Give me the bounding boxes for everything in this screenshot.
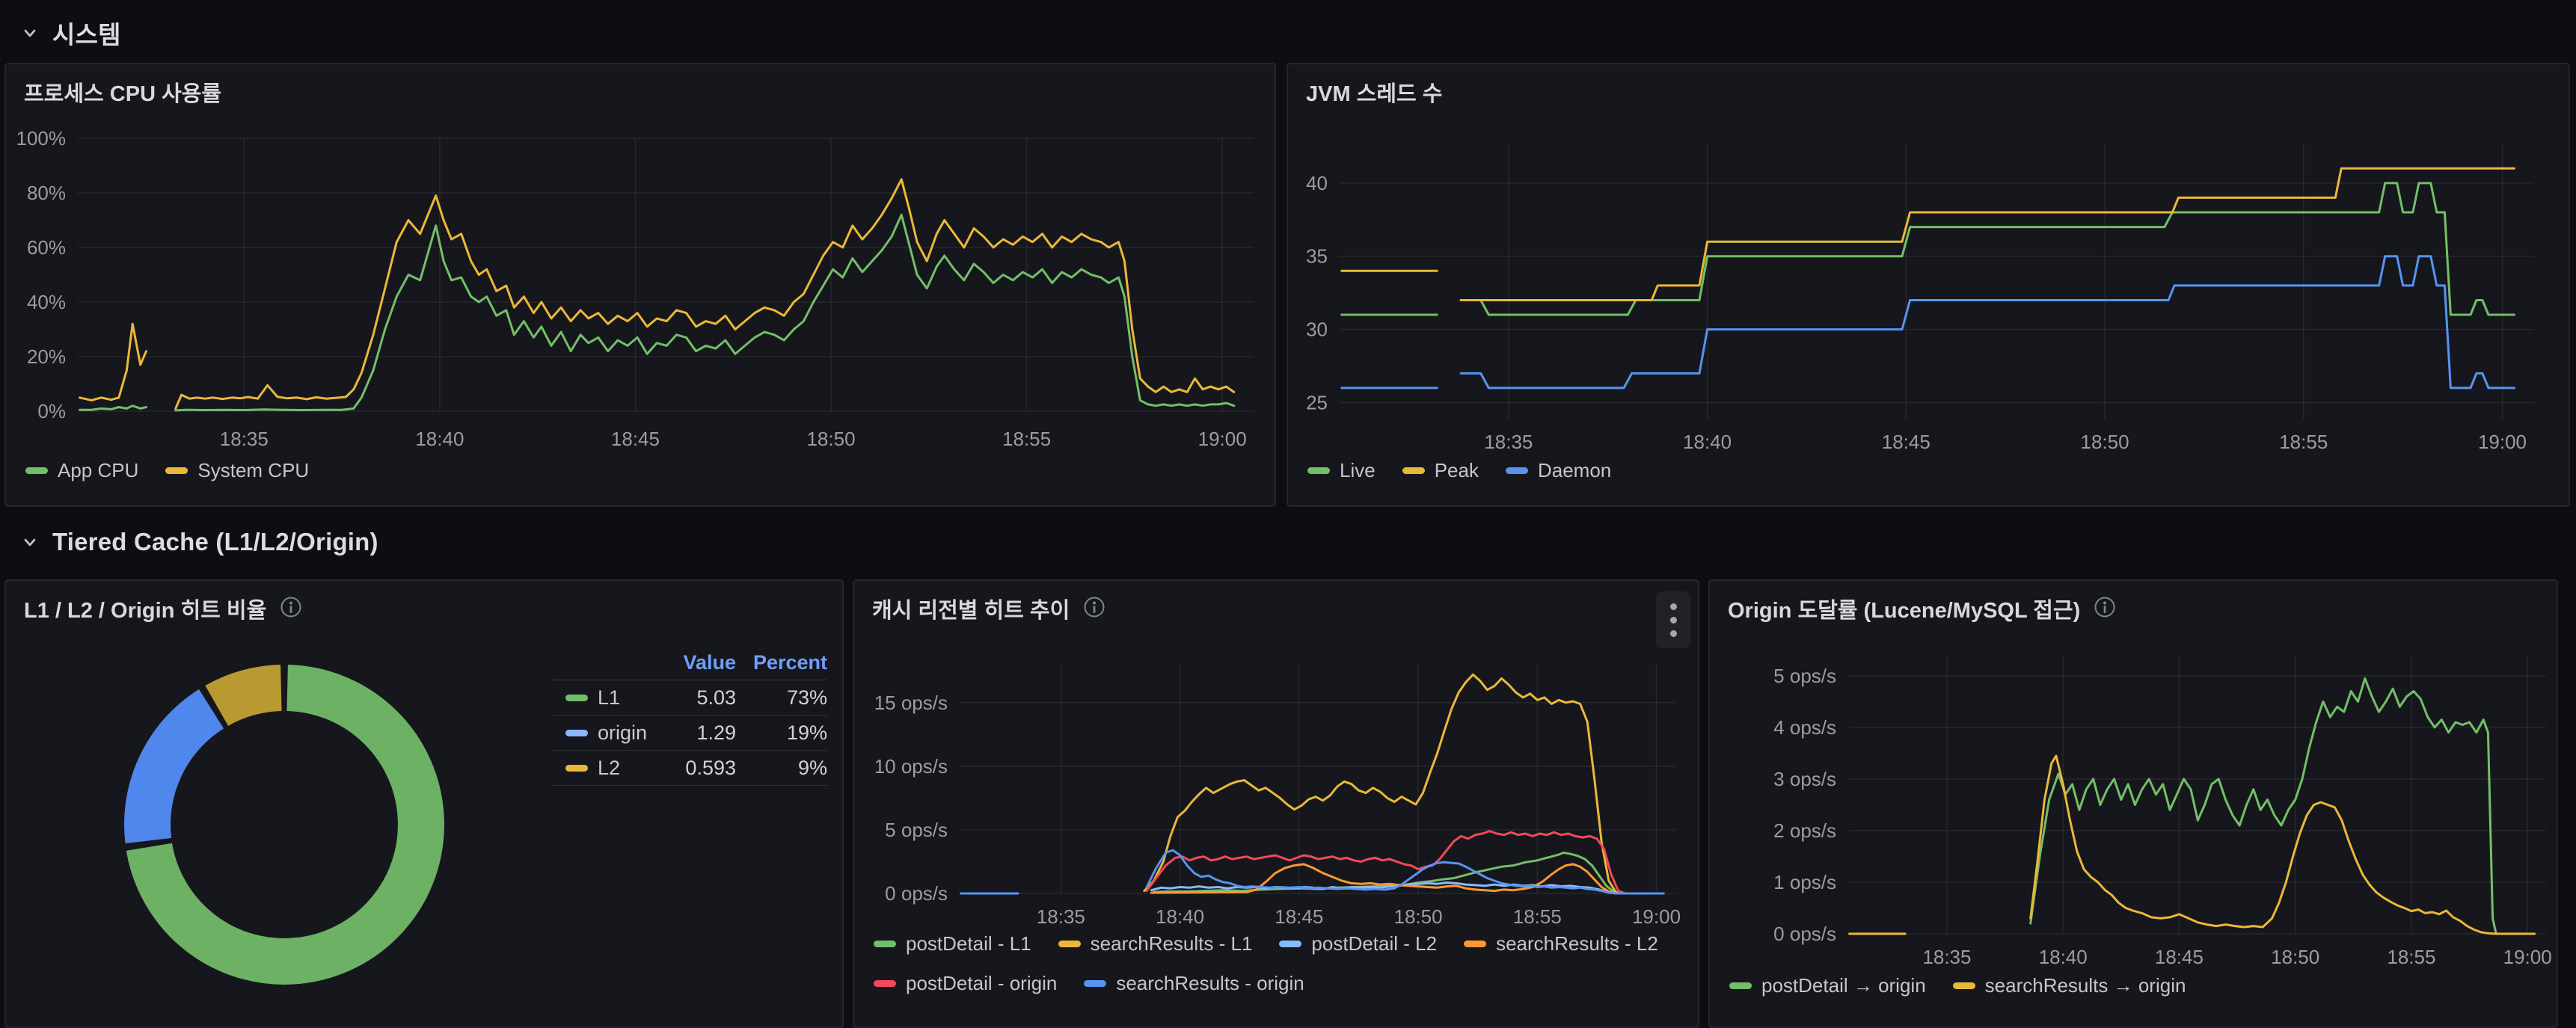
svg-text:18:45: 18:45 (2155, 946, 2204, 968)
svg-text:5 ops/s: 5 ops/s (1773, 665, 1836, 687)
panel-cache-region-hits: 캐시 리전별 히트 추이 18:35 18:40 18:45 18:50 18:55 19… (853, 579, 1699, 1028)
svg-text:18:50: 18:50 (1394, 905, 1443, 928)
origin-reach-chart[interactable]: 18:35 18:40 18:45 18:50 18:55 19:00 0 ops/s 1 o… (1710, 581, 2557, 1027)
svg-text:18:35: 18:35 (1037, 905, 1085, 928)
svg-text:18:45: 18:45 (611, 428, 660, 450)
section-header-tiered-cache[interactable]: Tiered Cache (L1/L2/Origin) (19, 528, 378, 556)
svg-text:100%: 100% (16, 127, 67, 150)
svg-text:35: 35 (1306, 245, 1328, 268)
svg-text:18:35: 18:35 (1484, 431, 1533, 453)
cpu-legend: App CPU System CPU (25, 459, 336, 482)
svg-text:18:50: 18:50 (806, 428, 855, 450)
svg-text:18:55: 18:55 (1513, 905, 1562, 928)
table-row[interactable]: origin 1.29 19% (552, 715, 827, 751)
svg-text:18:35: 18:35 (220, 428, 269, 450)
svg-text:80%: 80% (27, 182, 66, 204)
panel-hit-ratio: L1 / L2 / Origin 히트 비율 Value Percent L1 … (4, 579, 844, 1028)
column-header-value[interactable]: Value (654, 651, 736, 674)
panel-title[interactable]: 캐시 리전별 히트 추이 (872, 593, 1070, 624)
section-title: Tiered Cache (L1/L2/Origin) (52, 528, 378, 556)
legend-item[interactable]: postDetail → origin (1729, 974, 1926, 997)
svg-text:18:55: 18:55 (1002, 428, 1051, 450)
svg-text:19:00: 19:00 (2478, 431, 2527, 453)
svg-text:19:00: 19:00 (2503, 946, 2552, 968)
svg-text:1 ops/s: 1 ops/s (1773, 871, 1836, 893)
svg-text:10 ops/s: 10 ops/s (874, 755, 948, 778)
svg-text:18:45: 18:45 (1275, 905, 1323, 928)
svg-text:60%: 60% (27, 236, 66, 259)
svg-text:18:40: 18:40 (1683, 431, 1732, 453)
jvm-legend: Live Peak Daemon (1307, 459, 1638, 482)
column-header-percent[interactable]: Percent (736, 651, 827, 674)
legend-item[interactable]: Live (1307, 459, 1376, 482)
svg-text:2 ops/s: 2 ops/s (1773, 819, 1836, 842)
svg-text:4 ops/s: 4 ops/s (1773, 716, 1836, 739)
origin-reach-legend: postDetail → origin searchResults → origi… (1729, 974, 2212, 997)
cpu-chart[interactable]: 18:35 18:40 18:45 18:50 18:55 19:00 0% 20% 40% 60… (6, 64, 1275, 505)
table-row[interactable]: L1 5.03 73% (552, 680, 827, 715)
svg-text:0%: 0% (37, 400, 66, 422)
cache-hits-legend: postDetail - L1searchResults - L1postDet… (874, 932, 1685, 995)
svg-text:18:55: 18:55 (2387, 946, 2435, 968)
panel-title[interactable]: 프로세스 CPU 사용률 (24, 76, 221, 108)
legend-item[interactable]: App CPU (25, 459, 138, 482)
chevron-down-icon (19, 22, 40, 43)
svg-text:18:45: 18:45 (1882, 431, 1931, 453)
info-icon[interactable] (280, 596, 302, 622)
table-header-row: Value Percent (552, 645, 827, 680)
series-chip (565, 695, 588, 701)
svg-text:19:00: 19:00 (1632, 905, 1681, 928)
svg-text:40%: 40% (27, 291, 66, 313)
svg-text:30: 30 (1306, 318, 1328, 341)
svg-text:18:40: 18:40 (2039, 946, 2088, 968)
legend-item[interactable]: searchResults - L2 (1464, 932, 1658, 955)
svg-text:18:50: 18:50 (2080, 431, 2129, 453)
svg-text:18:40: 18:40 (1156, 905, 1204, 928)
panel-jvm-threads: JVM 스레드 수 18:35 18:40 18:45 18:50 18:55 19:00… (1287, 63, 2570, 507)
jvm-chart[interactable]: 18:35 18:40 18:45 18:50 18:55 19:00 25 30 35 40 (1288, 64, 2569, 505)
panel-title[interactable]: L1 / L2 / Origin 히트 비율 (24, 593, 266, 624)
svg-text:0 ops/s: 0 ops/s (1773, 923, 1836, 945)
legend-item[interactable]: postDetail - L1 (874, 932, 1031, 955)
info-icon[interactable] (2094, 596, 2116, 622)
table-row[interactable]: L2 0.593 9% (552, 751, 827, 786)
svg-text:3 ops/s: 3 ops/s (1773, 768, 1836, 790)
panel-title[interactable]: JVM 스레드 수 (1306, 76, 1442, 108)
hit-ratio-table: Value Percent L1 5.03 73% origin 1.29 19… (552, 645, 827, 786)
svg-text:20%: 20% (27, 345, 66, 368)
panel-menu-kebab-icon[interactable] (1656, 591, 1690, 648)
legend-item[interactable]: postDetail - L2 (1279, 932, 1437, 955)
svg-text:25: 25 (1306, 392, 1328, 414)
chevron-down-icon (19, 532, 40, 553)
panel-origin-reach: Origin 도달률 (Lucene/MySQL 접근) 18:3518:401… (1708, 579, 2558, 1028)
svg-text:0 ops/s: 0 ops/s (885, 882, 948, 905)
legend-item[interactable]: Peak (1402, 459, 1479, 482)
series-chip (565, 730, 588, 736)
info-icon[interactable] (1083, 596, 1105, 622)
legend-item[interactable]: searchResults - L1 (1058, 932, 1253, 955)
panel-title[interactable]: Origin 도달률 (Lucene/MySQL 접근) (1728, 593, 2080, 624)
svg-text:15 ops/s: 15 ops/s (874, 692, 948, 714)
svg-text:5 ops/s: 5 ops/s (885, 819, 948, 841)
section-title: 시스템 (52, 15, 121, 51)
legend-item[interactable]: Daemon (1506, 459, 1611, 482)
section-header-system[interactable]: 시스템 (19, 15, 121, 51)
legend-item[interactable]: System CPU (165, 459, 309, 482)
series-chip (565, 765, 588, 772)
svg-text:18:35: 18:35 (1922, 946, 1971, 968)
svg-text:18:40: 18:40 (415, 428, 464, 450)
svg-text:18:50: 18:50 (2271, 946, 2319, 968)
legend-item[interactable]: searchResults → origin (1953, 974, 2186, 997)
svg-text:19:00: 19:00 (1198, 428, 1247, 450)
panel-process-cpu: 프로세스 CPU 사용률 18:35 18:40 18:45 18:50 18:55 19… (4, 63, 1276, 507)
legend-item[interactable]: postDetail - origin (874, 972, 1057, 995)
svg-text:40: 40 (1306, 172, 1328, 194)
legend-item[interactable]: searchResults - origin (1084, 972, 1304, 995)
svg-text:18:55: 18:55 (2279, 431, 2328, 453)
